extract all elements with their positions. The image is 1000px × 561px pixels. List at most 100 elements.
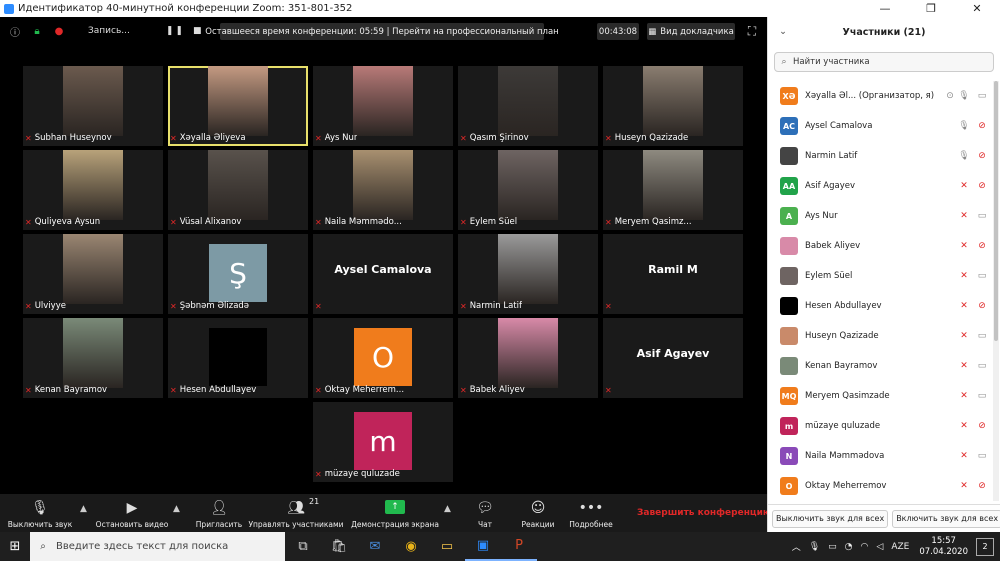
mic-muted-icon[interactable]: ✕ bbox=[957, 241, 971, 251]
taskbar-search-input[interactable]: ⌕ Введите здесь текст для поиска bbox=[30, 532, 285, 561]
video-camera-icon[interactable]: ▭ bbox=[971, 331, 993, 341]
participant-row[interactable]: AA Asif Agayev ✕ ⊘ bbox=[768, 171, 993, 201]
store-icon[interactable]: 🛍︎ bbox=[321, 532, 357, 561]
video-camera-icon[interactable]: ▭ bbox=[971, 361, 993, 371]
unmute-all-button[interactable]: Включить звук для всех bbox=[892, 509, 1000, 528]
video-camera-icon[interactable]: ▭ bbox=[971, 91, 993, 101]
video-camera-icon[interactable]: ▭ bbox=[971, 391, 993, 401]
mic-muted-icon[interactable]: ✕ bbox=[957, 421, 971, 431]
lock-icon[interactable]: 🔒︎ bbox=[30, 24, 44, 38]
video-tile[interactable]: Ş ✕ Şəbnəm Əlizadə bbox=[168, 234, 308, 314]
video-tile[interactable]: m ✕ müzaye quluzade bbox=[313, 402, 453, 482]
participant-row[interactable]: Narmin Latif 🎙︎ ⊘ bbox=[768, 141, 993, 171]
file-explorer-icon[interactable]: ▭ bbox=[429, 532, 465, 561]
chat-button[interactable]: 💬︎ Чат bbox=[470, 494, 500, 532]
video-off-icon[interactable]: ⊘ bbox=[971, 121, 993, 131]
mic-muted-icon[interactable]: ✕ bbox=[957, 301, 971, 311]
powerpoint-icon[interactable]: P bbox=[501, 532, 537, 561]
video-tile[interactable]: ✕ Kenan Bayramov bbox=[23, 318, 163, 398]
fullscreen-icon[interactable]: ⛶ bbox=[744, 23, 760, 39]
participant-row[interactable]: A Ays Nur ✕ ▭ bbox=[768, 201, 993, 231]
participant-row[interactable]: Huseyn Qazizade ✕ ▭ bbox=[768, 321, 993, 351]
video-tile[interactable]: ✕ Qasım Şirinov bbox=[458, 66, 598, 146]
participant-row[interactable]: AC Aysel Camalova 🎙︎ ⊘ bbox=[768, 111, 993, 141]
video-tile[interactable]: Aysel Camalova ✕ bbox=[313, 234, 453, 314]
video-tile[interactable]: ✕ Quliyeva Aysun bbox=[23, 150, 163, 230]
video-tile[interactable]: ✕ Xəyalla Əliyeva bbox=[168, 66, 308, 146]
video-tile[interactable]: O ✕ Oktay Meherrem... bbox=[313, 318, 453, 398]
video-off-icon[interactable]: ⊘ bbox=[971, 181, 993, 191]
video-off-icon[interactable]: ⊘ bbox=[971, 241, 993, 251]
video-camera-icon[interactable]: ▭ bbox=[971, 271, 993, 281]
chrome-icon[interactable]: ◉ bbox=[393, 532, 429, 561]
participant-row[interactable]: Hesen Abdullayev ✕ ⊘ bbox=[768, 291, 993, 321]
close-icon[interactable]: ✕ bbox=[954, 0, 1000, 17]
mute-all-button[interactable]: Выключить звук для всех bbox=[772, 509, 889, 528]
recording-pause-button[interactable]: ❚❚ bbox=[166, 26, 185, 36]
share-options-chevron-icon[interactable]: ▲ bbox=[444, 504, 451, 514]
video-options-chevron-icon[interactable]: ▲ bbox=[173, 504, 180, 514]
video-tile[interactable]: Asif Agayev ✕ bbox=[603, 318, 743, 398]
video-tile[interactable]: ✕ Ulviyye bbox=[23, 234, 163, 314]
reactions-button[interactable]: ☺ Реакции bbox=[518, 494, 558, 532]
microphone-icon[interactable]: 🎙︎ bbox=[957, 91, 971, 101]
video-tile[interactable]: ✕ Narmin Latif bbox=[458, 234, 598, 314]
collapse-chevron-icon[interactable]: ⌄ bbox=[768, 27, 798, 37]
network-icon[interactable]: ◔ bbox=[845, 542, 853, 552]
video-tile[interactable]: ✕ Ays Nur bbox=[313, 66, 453, 146]
mic-muted-icon[interactable]: ✕ bbox=[957, 361, 971, 371]
video-tile[interactable]: ✕ Hesen Abdullayev bbox=[168, 318, 308, 398]
video-off-icon[interactable]: ⊘ bbox=[971, 421, 993, 431]
participant-row[interactable]: O Oktay Meherremov ✕ ⊘ bbox=[768, 471, 993, 501]
video-tile[interactable]: ✕ Vüsal Alixanov bbox=[168, 150, 308, 230]
notification-center-icon[interactable]: 2 bbox=[976, 537, 994, 556]
invite-button[interactable]: 👤︎ Пригласить bbox=[195, 494, 243, 532]
more-button[interactable]: ••• Подробнее bbox=[566, 494, 616, 532]
mic-muted-icon[interactable]: ✕ bbox=[957, 211, 971, 221]
participant-row[interactable]: m müzaye quluzade ✕ ⊘ bbox=[768, 411, 993, 441]
microphone-icon[interactable]: 🎙︎ bbox=[957, 121, 971, 131]
clock[interactable]: 15:57 07.04.2020 bbox=[919, 536, 968, 558]
participant-row[interactable]: Kenan Bayramov ✕ ▭ bbox=[768, 351, 993, 381]
mic-muted-icon[interactable]: ✕ bbox=[957, 391, 971, 401]
task-view-icon[interactable]: ⧉ bbox=[285, 532, 321, 561]
volume-icon[interactable]: ◁ bbox=[876, 542, 883, 552]
participant-row[interactable]: N Naila Məmmədova ✕ ▭ bbox=[768, 441, 993, 471]
video-tile[interactable]: Ramil M ✕ bbox=[603, 234, 743, 314]
remaining-time-banner[interactable]: Оставшееся время конференции: 05:59 | Пе… bbox=[205, 23, 559, 40]
video-tile[interactable]: ✕ Meryem Qasimz... bbox=[603, 150, 743, 230]
scrollbar-thumb[interactable] bbox=[994, 81, 998, 341]
wifi-icon[interactable]: ◠ bbox=[861, 542, 869, 552]
microphone-icon[interactable]: 🎙︎ bbox=[957, 151, 971, 161]
video-tile[interactable]: ✕ Eylem Süel bbox=[458, 150, 598, 230]
minimize-icon[interactable]: — bbox=[862, 0, 908, 17]
stop-video-button[interactable]: ▶︎ Остановить видео bbox=[95, 494, 169, 532]
mic-muted-icon[interactable]: ✕ bbox=[957, 331, 971, 341]
manage-participants-button[interactable]: 👥︎ Управлять участниками bbox=[247, 494, 345, 532]
language-indicator[interactable]: AZE bbox=[891, 542, 909, 552]
video-tile[interactable]: ✕ Subhan Huseynov bbox=[23, 66, 163, 146]
video-off-icon[interactable]: ⊘ bbox=[971, 481, 993, 491]
mic-muted-icon[interactable]: ✕ bbox=[957, 181, 971, 191]
video-camera-icon[interactable]: ▭ bbox=[971, 451, 993, 461]
video-off-icon[interactable]: ⊘ bbox=[971, 301, 993, 311]
battery-icon[interactable]: ▭ bbox=[828, 542, 837, 552]
recording-stop-button[interactable]: ■ bbox=[193, 26, 204, 36]
video-camera-icon[interactable]: ▭ bbox=[971, 211, 993, 221]
maximize-icon[interactable]: ❐ bbox=[908, 0, 954, 17]
mic-muted-icon[interactable]: ✕ bbox=[957, 451, 971, 461]
tray-expand-chevron-icon[interactable]: ︿ bbox=[792, 540, 801, 553]
audio-options-chevron-icon[interactable]: ▲ bbox=[80, 504, 87, 514]
mail-icon[interactable]: ✉ bbox=[357, 532, 393, 561]
end-meeting-button[interactable]: Завершить конференцию bbox=[637, 508, 772, 518]
video-off-icon[interactable]: ⊘ bbox=[971, 151, 993, 161]
participant-search-input[interactable]: ⌕ Найти участника bbox=[774, 52, 994, 72]
tray-microphone-icon[interactable]: 🎙︎ bbox=[809, 542, 820, 552]
video-tile[interactable]: ✕ Naila Məmmədo... bbox=[313, 150, 453, 230]
participant-list-scrollbar[interactable] bbox=[993, 81, 999, 501]
info-icon[interactable]: ⓘ bbox=[8, 24, 22, 39]
participant-row[interactable]: Babek Aliyev ✕ ⊘ bbox=[768, 231, 993, 261]
mic-muted-icon[interactable]: ✕ bbox=[957, 481, 971, 491]
zoom-taskbar-icon[interactable]: ▣ bbox=[465, 532, 501, 561]
participant-row[interactable]: Eylem Süel ✕ ▭ bbox=[768, 261, 993, 291]
